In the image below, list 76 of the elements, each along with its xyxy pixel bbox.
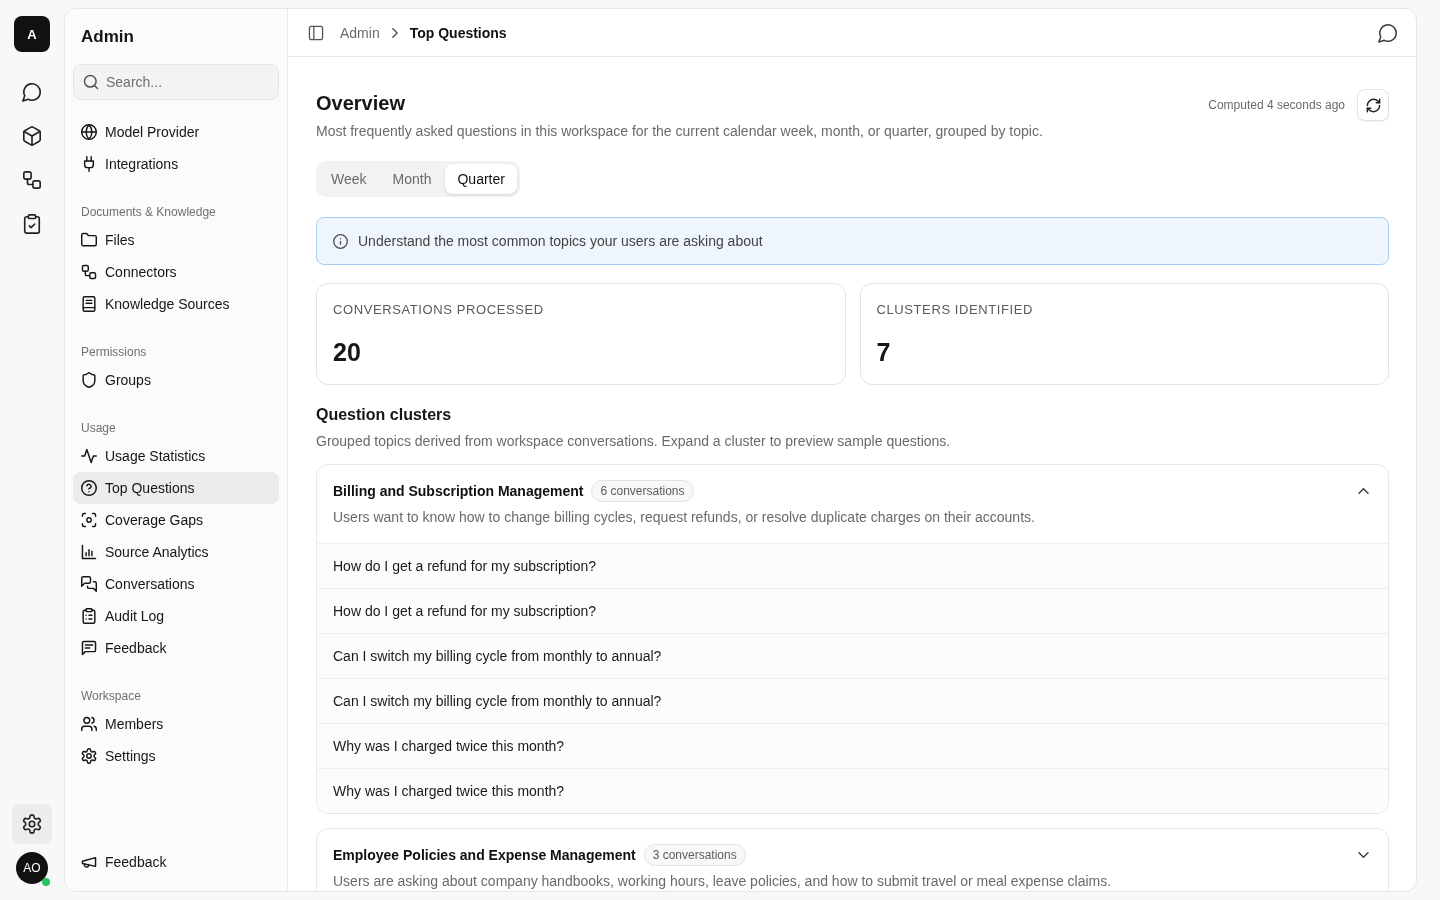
sidebar-item[interactable]: Integrations [73,148,279,180]
stat-label: CLUSTERS IDENTIFIED [876,301,1034,319]
sidebar-item[interactable]: Feedback [73,632,279,664]
users-icon [81,716,97,732]
workspace-logo[interactable]: A [14,16,50,52]
info-text: Understand the most common topics your users are asking about [358,233,763,249]
sidebar-item[interactable]: Knowledge Sources [73,288,279,320]
chat-icon [22,82,42,102]
clipboard-check-icon [22,214,42,234]
page-title: Overview [316,91,406,115]
section-heading: Documents & Knowledge [81,205,216,219]
period-tab[interactable]: Quarter [445,164,517,194]
messages-icon [81,576,97,592]
sidebar-title: Admin [81,26,134,47]
workflow-icon [81,264,97,280]
sidebar-item[interactable]: Members [73,708,279,740]
sidebar-item[interactable]: Usage Statistics [73,440,279,472]
sidebar-toggle-button[interactable] [308,24,324,41]
period-tab[interactable]: Week [319,164,379,194]
section-heading: Usage [81,421,116,435]
cluster-title[interactable]: Employee Policies and Expense Management [333,847,636,863]
pulse-icon [81,448,97,464]
conversation-count: 3 conversations [643,844,746,866]
workflow-icon [22,170,42,190]
settings-icon [22,814,42,834]
sidebar-item[interactable]: Model Provider [73,116,279,148]
cluster-description: Users are asking about company handbooks, working hours, leave policies, and how to submit travel or meal expense claims. [333,873,1113,889]
sidebar-item[interactable]: Audit Log [73,600,279,632]
megaphone-icon [81,854,97,870]
cluster-title[interactable]: Billing and Subscription Management [333,483,584,499]
settings-icon [81,748,97,764]
breadcrumb-item[interactable]: Admin [340,24,380,41]
globe-icon [81,124,97,140]
bar-chart-icon [81,544,97,560]
sidebar-item[interactable]: Groups [73,364,279,396]
period-tab[interactable]: Month [380,164,444,194]
chevron-right-icon [391,27,398,38]
conversation-count: 6 conversations [591,480,694,502]
computed-time: Computed 4 seconds ago [1208,98,1345,112]
shield-icon [81,372,97,388]
refresh-icon [1365,97,1381,113]
section-description: Grouped topics derived from workspace conversations. Expand a cluster to preview sample questions. [316,432,952,451]
stat-label: CONVERSATIONS PROCESSED [333,301,544,319]
search-icon [83,74,99,90]
sidebar-toggle-icon [308,24,324,41]
section-title: Question clusters [316,405,453,425]
cluster-description: Users want to know how to change billing cycles, request refunds, or resolve duplicate charges on their accounts. [333,509,1036,525]
clipboard-list-icon [81,608,97,624]
sidebar-item[interactable]: Files [73,224,279,256]
sidebar-item[interactable]: Top Questions [73,472,279,504]
scan-icon [81,512,97,528]
feedback-button[interactable]: Feedback [73,846,279,878]
search-field[interactable]: Search... [73,64,279,100]
sidebar-item[interactable]: Connectors [73,256,279,288]
sidebar-item[interactable]: Source Analytics [73,536,279,568]
sidebar-item[interactable]: Conversations [73,568,279,600]
settings-button[interactable] [12,804,52,844]
section-heading: Workspace [81,689,141,703]
question-icon [81,480,97,496]
user-avatar[interactable]: AO [16,852,48,884]
plug-icon [81,156,97,172]
page-description: Most frequently asked questions in this workspace for the current calendar week, month, or quarter, grouped by topic. [316,122,1043,141]
message-lines-icon [81,640,97,656]
refresh-button[interactable] [1357,89,1389,121]
document-icon [81,296,97,312]
breadcrumb-item: Top Questions [409,24,507,41]
cube-icon [22,126,42,146]
chat-icon [1378,22,1398,43]
stat-value: 7 [876,337,891,368]
sample-question: Why was I charged twice this month? [317,768,1388,813]
sidebar-item[interactable]: Settings [73,740,279,772]
folder-icon [81,232,97,248]
section-heading: Permissions [81,345,147,359]
sidebar-item[interactable]: Coverage Gaps [73,504,279,536]
info-icon [333,233,348,249]
stat-value: 20 [333,337,361,368]
